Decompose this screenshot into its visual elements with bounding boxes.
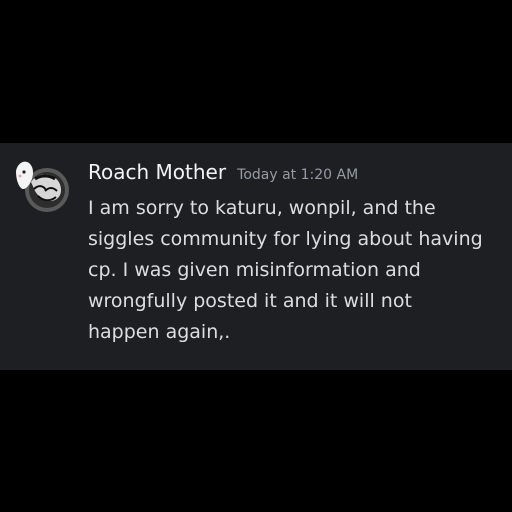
screenshot-page: Roach Mother Today at 1:20 AM I am sorry… [0, 0, 512, 512]
username[interactable]: Roach Mother [88, 160, 226, 184]
avatar-icon[interactable] [8, 151, 70, 213]
message-header: Roach Mother Today at 1:20 AM [88, 160, 358, 184]
chat-message: Roach Mother Today at 1:20 AM I am sorry… [0, 143, 512, 370]
message-timestamp[interactable]: Today at 1:20 AM [237, 167, 358, 183]
message-content: I am sorry to katuru, wonpil, and the si… [88, 197, 483, 343]
